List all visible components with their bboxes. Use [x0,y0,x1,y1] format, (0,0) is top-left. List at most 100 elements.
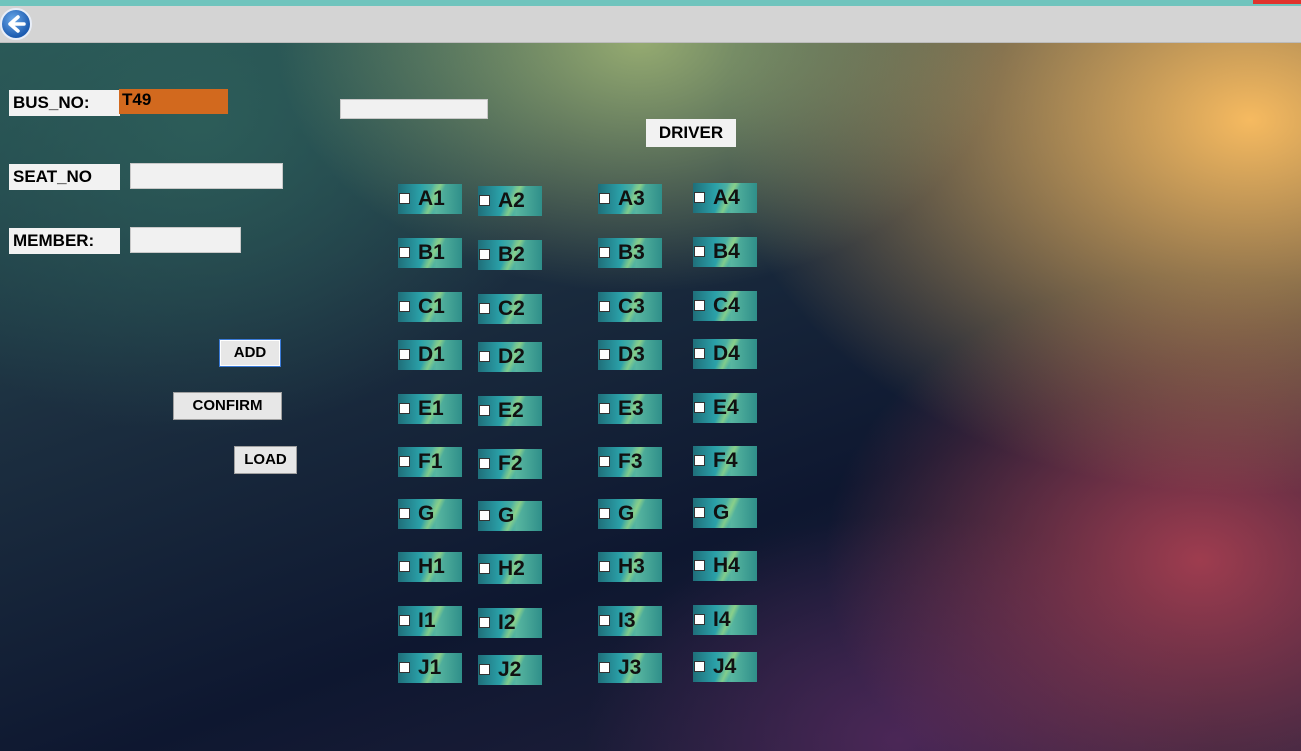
seat-no-field[interactable] [130,163,283,189]
seat-checkbox[interactable]: E2 [478,396,542,426]
seat-checkbox[interactable]: J3 [598,653,662,683]
seat-checkbox[interactable]: F2 [478,449,542,479]
seat-checkbox[interactable]: J2 [478,655,542,685]
checkbox-box[interactable] [599,193,610,204]
checkbox-box[interactable] [694,348,705,359]
seat-checkbox[interactable]: H3 [598,552,662,582]
checkbox-box[interactable] [479,664,490,675]
seat-label: A2 [498,189,525,212]
seat-checkbox[interactable]: A1 [398,184,462,214]
member-field[interactable] [130,227,241,253]
bus-no-label: BUS_NO: [9,90,120,116]
seat-checkbox[interactable]: A3 [598,184,662,214]
checkbox-box[interactable] [599,508,610,519]
checkbox-box[interactable] [694,661,705,672]
seat-checkbox[interactable]: G [478,501,542,531]
checkbox-box[interactable] [399,561,410,572]
checkbox-box[interactable] [399,247,410,258]
seat-label: G [498,504,515,527]
seat-label: H3 [618,555,645,578]
seat-checkbox[interactable]: C4 [693,291,757,321]
checkbox-box[interactable] [479,303,490,314]
seat-checkbox[interactable]: D4 [693,339,757,369]
seat-checkbox[interactable]: D1 [398,340,462,370]
checkbox-box[interactable] [399,403,410,414]
checkbox-box[interactable] [694,192,705,203]
checkbox-box[interactable] [479,405,490,416]
seat-checkbox[interactable]: H4 [693,551,757,581]
checkbox-box[interactable] [694,507,705,518]
checkbox-box[interactable] [479,563,490,574]
checkbox-box[interactable] [694,560,705,571]
driver-label: DRIVER [646,119,736,147]
seat-label: J1 [418,656,442,679]
seat-checkbox[interactable]: I3 [598,606,662,636]
checkbox-box[interactable] [399,193,410,204]
checkbox-box[interactable] [479,458,490,469]
seat-checkbox[interactable]: G [398,499,462,529]
checkbox-box[interactable] [694,246,705,257]
seat-checkbox[interactable]: A2 [478,186,542,216]
back-button[interactable] [0,8,32,40]
checkbox-box[interactable] [694,402,705,413]
confirm-button[interactable]: CONFIRM [173,392,282,420]
seat-checkbox[interactable]: B4 [693,237,757,267]
seat-checkbox[interactable]: H2 [478,554,542,584]
seat-checkbox[interactable]: D3 [598,340,662,370]
seat-checkbox[interactable]: E3 [598,394,662,424]
checkbox-box[interactable] [399,508,410,519]
close-accent [1253,0,1301,4]
seat-checkbox[interactable]: B3 [598,238,662,268]
seat-label: I1 [418,609,436,632]
add-button[interactable]: ADD [219,339,281,367]
checkbox-box[interactable] [599,247,610,258]
seat-checkbox[interactable]: J1 [398,653,462,683]
seat-checkbox[interactable]: B2 [478,240,542,270]
checkbox-box[interactable] [694,455,705,466]
checkbox-box[interactable] [599,403,610,414]
checkbox-box[interactable] [599,615,610,626]
checkbox-box[interactable] [399,615,410,626]
checkbox-box[interactable] [694,614,705,625]
checkbox-box[interactable] [599,349,610,360]
checkbox-box[interactable] [479,249,490,260]
seat-checkbox[interactable]: F4 [693,446,757,476]
seat-checkbox[interactable]: I2 [478,608,542,638]
seat-checkbox[interactable]: F3 [598,447,662,477]
seat-checkbox[interactable]: E1 [398,394,462,424]
checkbox-box[interactable] [479,617,490,628]
seat-checkbox[interactable]: C1 [398,292,462,322]
load-button[interactable]: LOAD [234,446,297,474]
seat-checkbox[interactable]: H1 [398,552,462,582]
seat-checkbox[interactable]: G [598,499,662,529]
seat-checkbox[interactable]: B1 [398,238,462,268]
checkbox-box[interactable] [694,300,705,311]
checkbox-box[interactable] [599,456,610,467]
top-text-field[interactable] [340,99,488,119]
checkbox-box[interactable] [399,456,410,467]
seat-checkbox[interactable]: C2 [478,294,542,324]
checkbox-box[interactable] [599,301,610,312]
checkbox-box[interactable] [479,195,490,206]
seat-checkbox[interactable]: J4 [693,652,757,682]
seat-checkbox[interactable]: I4 [693,605,757,635]
member-label: MEMBER: [9,228,120,254]
seat-label: F1 [418,450,443,473]
seat-checkbox[interactable]: D2 [478,342,542,372]
seat-checkbox[interactable]: C3 [598,292,662,322]
seat-checkbox[interactable]: I1 [398,606,462,636]
bus-no-field[interactable]: T49 [119,89,228,114]
seat-checkbox[interactable]: A4 [693,183,757,213]
seat-checkbox[interactable]: G [693,498,757,528]
checkbox-box[interactable] [479,510,490,521]
checkbox-box[interactable] [399,301,410,312]
seat-checkbox[interactable]: E4 [693,393,757,423]
seat-label: F3 [618,450,643,473]
seat-checkbox[interactable]: F1 [398,447,462,477]
checkbox-box[interactable] [399,662,410,673]
seat-label: D1 [418,343,445,366]
checkbox-box[interactable] [599,662,610,673]
checkbox-box[interactable] [399,349,410,360]
checkbox-box[interactable] [479,351,490,362]
checkbox-box[interactable] [599,561,610,572]
